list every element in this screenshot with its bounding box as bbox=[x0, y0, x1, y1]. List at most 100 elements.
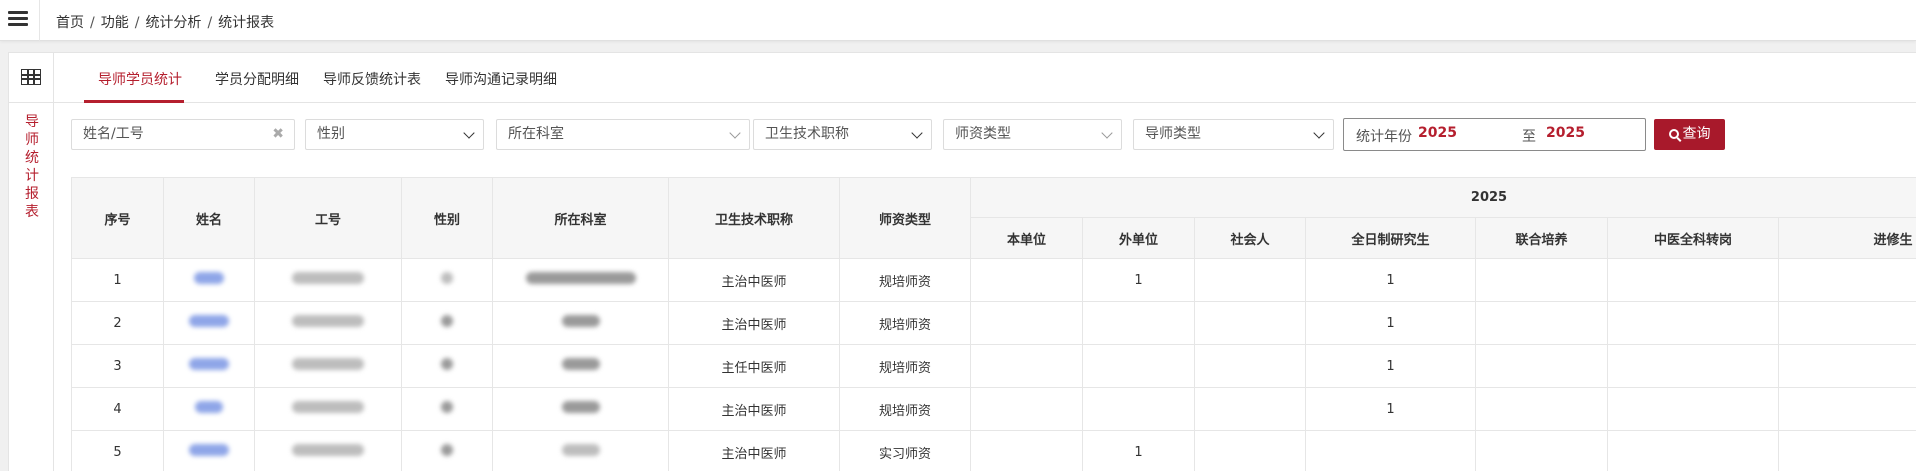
tab-mentor-feedback[interactable]: 导师反馈统计表 bbox=[323, 69, 421, 89]
table-row: 1 主治中医师 规培师资 1 1 bbox=[71, 258, 1916, 302]
count-link[interactable]: 1 bbox=[1082, 430, 1195, 471]
table-row: 5 主治中医师 实习师资 1 bbox=[71, 430, 1916, 471]
count-cell bbox=[1082, 301, 1195, 345]
count-cell bbox=[1194, 430, 1306, 471]
department-select[interactable]: 所在科室 bbox=[496, 119, 750, 150]
side-column: 导 师 统 计 报 表 bbox=[9, 53, 54, 471]
tab-student-allocation[interactable]: 学员分配明细 bbox=[215, 69, 299, 89]
tab-bar: 导师学员统计 学员分配明细 导师反馈统计表 导师沟通记录明细 bbox=[54, 53, 1916, 103]
teacher-type-cell: 规培师资 bbox=[839, 387, 971, 431]
tab-mentor-communication[interactable]: 导师沟通记录明细 bbox=[445, 69, 557, 89]
chevron-down-icon bbox=[463, 127, 475, 139]
count-cell bbox=[1305, 430, 1476, 471]
column-header-gender: 性别 bbox=[401, 177, 493, 259]
column-header-index: 序号 bbox=[71, 177, 164, 259]
active-tab-underline bbox=[84, 100, 184, 103]
count-cell bbox=[1607, 387, 1779, 431]
search-button[interactable]: 查询 bbox=[1654, 119, 1725, 150]
count-cell bbox=[1082, 344, 1195, 388]
year-from-value[interactable]: 2025 bbox=[1418, 125, 1457, 141]
count-link[interactable]: 1 bbox=[1305, 344, 1476, 388]
mentor-name-link[interactable] bbox=[163, 301, 255, 345]
year-range-input[interactable]: 统计年份 2025 至 2025 bbox=[1343, 118, 1646, 151]
search-icon bbox=[1668, 129, 1679, 139]
side-title: 导 师 统 计 报 表 bbox=[23, 113, 41, 221]
department-cell bbox=[492, 344, 669, 388]
count-cell bbox=[1778, 430, 1916, 471]
gender-select-label: 性别 bbox=[317, 126, 345, 142]
breadcrumb-function[interactable]: 功能 bbox=[101, 15, 129, 31]
count-cell bbox=[970, 258, 1083, 302]
count-cell bbox=[1778, 344, 1916, 388]
gender-cell bbox=[401, 258, 493, 302]
teacher-type-cell: 规培师资 bbox=[839, 258, 971, 302]
employee-id-cell bbox=[254, 344, 402, 388]
column-header-fulltime-graduate: 全日制研究生 bbox=[1305, 217, 1476, 259]
chevron-down-icon bbox=[1313, 127, 1325, 139]
teacher-type-cell: 实习师资 bbox=[839, 430, 971, 471]
teacher-type-cell: 规培师资 bbox=[839, 301, 971, 345]
department-cell bbox=[492, 430, 669, 471]
count-cell bbox=[1194, 387, 1306, 431]
count-link[interactable]: 1 bbox=[1305, 258, 1476, 302]
count-cell bbox=[1475, 387, 1608, 431]
divider bbox=[39, 0, 40, 41]
table-row: 2 主治中医师 规培师资 1 bbox=[71, 301, 1916, 345]
name-input-placeholder: 姓名/工号 bbox=[83, 126, 144, 142]
top-bar: 首页 / 功能 / 统计分析 / 统计报表 bbox=[0, 0, 1916, 41]
gender-cell bbox=[401, 344, 493, 388]
search-button-label: 查询 bbox=[1682, 126, 1711, 142]
column-header-title: 卫生技术职称 bbox=[668, 177, 840, 259]
breadcrumb-home[interactable]: 首页 bbox=[56, 15, 84, 31]
employee-id-cell bbox=[254, 387, 402, 431]
row-index: 2 bbox=[71, 301, 164, 345]
year-to-value[interactable]: 2025 bbox=[1546, 125, 1585, 141]
count-cell bbox=[1778, 387, 1916, 431]
tab-mentor-student-stats[interactable]: 导师学员统计 bbox=[98, 69, 182, 89]
table-row: 3 主任中医师 规培师资 1 bbox=[71, 344, 1916, 388]
column-header-advanced-study: 进修生 bbox=[1778, 217, 1916, 259]
column-header-external-unit: 外单位 bbox=[1082, 217, 1195, 259]
teacher-type-select-label: 师资类型 bbox=[955, 126, 1011, 142]
breadcrumb-report: 统计报表 bbox=[218, 15, 275, 31]
mentor-name-link[interactable] bbox=[163, 387, 255, 431]
count-cell bbox=[1194, 301, 1306, 345]
chevron-down-icon bbox=[729, 127, 741, 139]
count-link[interactable]: 1 bbox=[1305, 387, 1476, 431]
count-link[interactable]: 1 bbox=[1305, 301, 1476, 345]
count-cell bbox=[970, 344, 1083, 388]
year-to-label: 至 bbox=[1522, 129, 1536, 145]
teacher-type-select[interactable]: 师资类型 bbox=[943, 119, 1122, 150]
row-index: 5 bbox=[71, 430, 164, 471]
title-cell: 主治中医师 bbox=[668, 430, 840, 471]
row-index: 3 bbox=[71, 344, 164, 388]
gender-select[interactable]: 性别 bbox=[305, 119, 484, 150]
mentor-type-select[interactable]: 导师类型 bbox=[1133, 119, 1334, 150]
title-select[interactable]: 卫生技术职称 bbox=[753, 119, 932, 150]
mentor-name-link[interactable] bbox=[163, 430, 255, 471]
mentor-type-select-label: 导师类型 bbox=[1145, 126, 1201, 142]
mentor-name-link[interactable] bbox=[163, 258, 255, 302]
name-search-input[interactable]: 姓名/工号 ✖ bbox=[71, 119, 295, 150]
department-cell bbox=[492, 258, 669, 302]
side-title-char: 报 bbox=[25, 186, 39, 202]
side-title-char: 师 bbox=[25, 132, 39, 148]
column-header-name: 姓名 bbox=[163, 177, 255, 259]
side-title-char: 计 bbox=[25, 168, 39, 184]
count-cell bbox=[1778, 301, 1916, 345]
teacher-type-cell: 规培师资 bbox=[839, 344, 971, 388]
breadcrumb-statistics[interactable]: 统计分析 bbox=[145, 15, 201, 31]
department-cell bbox=[492, 301, 669, 345]
count-link[interactable]: 1 bbox=[1082, 258, 1195, 302]
count-cell bbox=[1607, 344, 1779, 388]
year-range-label: 统计年份 bbox=[1356, 129, 1412, 145]
table-grid-icon[interactable] bbox=[21, 69, 41, 85]
table-header-row: 序号 姓名 工号 性别 所在科室 卫生技术职称 师资类型 2025 bbox=[71, 177, 1916, 259]
clear-icon[interactable]: ✖ bbox=[272, 120, 284, 149]
mentor-name-link[interactable] bbox=[163, 344, 255, 388]
count-cell bbox=[1475, 258, 1608, 302]
menu-icon[interactable] bbox=[8, 11, 28, 29]
count-cell bbox=[1082, 387, 1195, 431]
count-cell bbox=[970, 430, 1083, 471]
count-cell bbox=[1607, 258, 1779, 302]
